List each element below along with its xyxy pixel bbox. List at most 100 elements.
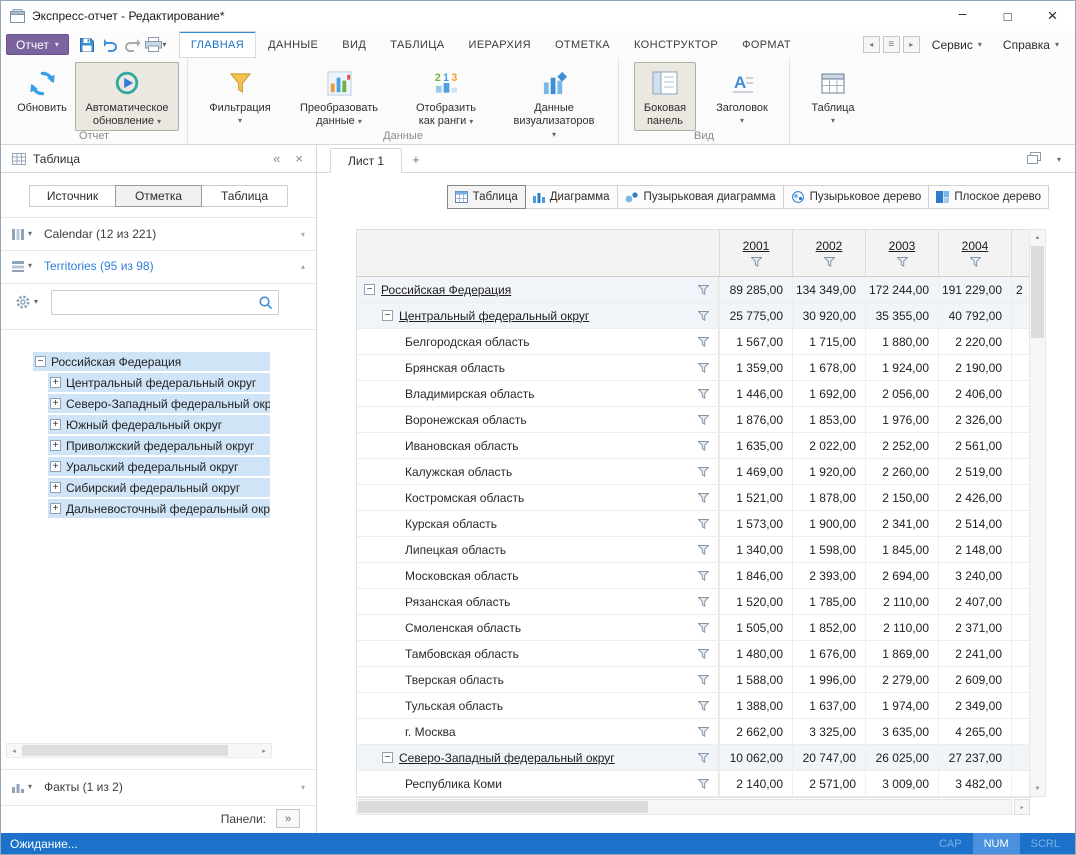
data-cell[interactable]: 35 355,00: [865, 303, 938, 328]
collapse-box-icon[interactable]: −: [364, 284, 375, 295]
data-cell[interactable]: 89 285,00: [719, 277, 792, 302]
print-button[interactable]: ▾: [145, 34, 167, 56]
column-header-label[interactable]: 2001: [743, 239, 770, 253]
search-input[interactable]: [52, 291, 278, 314]
ribbon-tab-3[interactable]: ТАБЛИЦА: [378, 31, 456, 58]
data-cell[interactable]: 1 846,00: [719, 563, 792, 588]
data-cell[interactable]: 2 279,00: [865, 667, 938, 692]
data-cell[interactable]: 2 150,00: [865, 485, 938, 510]
scroll-down-icon[interactable]: ▼: [1030, 781, 1045, 796]
column-filter-icon[interactable]: [751, 257, 762, 267]
data-cell[interactable]: 2 694,00: [865, 563, 938, 588]
dimension-calendar[interactable]: ▾ Calendar (12 из 221) ▾: [1, 221, 316, 247]
scroll-left-icon[interactable]: ◂: [7, 747, 21, 755]
data-cell[interactable]: 1 976,00: [865, 407, 938, 432]
data-cell[interactable]: 2 110,00: [865, 589, 938, 614]
data-cell[interactable]: 1 340,00: [719, 537, 792, 562]
data-cell[interactable]: 2 371,00: [938, 615, 1011, 640]
data-cell[interactable]: 1 359,00: [719, 355, 792, 380]
data-cell[interactable]: 2 393,00: [792, 563, 865, 588]
data-cell[interactable]: 4 265,00: [938, 719, 1011, 744]
ribbon-tab-7[interactable]: ФОРМАТ: [730, 31, 803, 58]
dimension-territories[interactable]: ▾ Territories (95 из 98) ▴: [1, 253, 316, 279]
row-filter-icon[interactable]: [698, 623, 709, 633]
data-cell[interactable]: 2 609,00: [938, 667, 1011, 692]
view-button-4[interactable]: Плоское дерево: [928, 185, 1049, 209]
expand-box-icon[interactable]: +: [50, 440, 61, 451]
ribbon-tab-6[interactable]: КОНСТРУКТОР: [622, 31, 730, 58]
table-row[interactable]: Тамбовская область1 480,001 676,001 869,…: [357, 641, 1030, 667]
row-filter-icon[interactable]: [698, 415, 709, 425]
data-cell[interactable]: 2 110,00: [865, 615, 938, 640]
data-cell[interactable]: 1 388,00: [719, 693, 792, 718]
row-filter-icon[interactable]: [698, 311, 709, 321]
search-icon[interactable]: [258, 295, 273, 310]
side-panel-button[interactable]: Боковая панель: [634, 62, 696, 131]
table-button[interactable]: Таблица ▾: [804, 62, 862, 128]
data-cell[interactable]: 2 561,00: [938, 433, 1011, 458]
data-cell[interactable]: 1 853,00: [792, 407, 865, 432]
data-cell[interactable]: 26 025,00: [865, 745, 938, 770]
row-filter-icon[interactable]: [698, 363, 709, 373]
data-cell[interactable]: 1 900,00: [792, 511, 865, 536]
row-filter-icon[interactable]: [698, 441, 709, 451]
data-cell[interactable]: 1 876,00: [719, 407, 792, 432]
row-header-label[interactable]: Центральный федеральный округ: [399, 309, 589, 323]
row-filter-icon[interactable]: [698, 727, 709, 737]
expand-box-icon[interactable]: +: [50, 377, 61, 388]
data-cell[interactable]: 1 878,00: [792, 485, 865, 510]
data-cell[interactable]: 3 240,00: [938, 563, 1011, 588]
data-cell[interactable]: 2 220,00: [938, 329, 1011, 354]
expand-box-icon[interactable]: +: [50, 398, 61, 409]
table-row[interactable]: Брянская область1 359,001 678,001 924,00…: [357, 355, 1030, 381]
minimize-button[interactable]: –: [940, 1, 985, 31]
close-button[interactable]: ×: [1030, 1, 1075, 31]
data-cell[interactable]: 2 407,00: [938, 589, 1011, 614]
table-row[interactable]: Тульская область1 388,001 637,001 974,00…: [357, 693, 1030, 719]
tab-list-button[interactable]: ≡: [883, 36, 900, 53]
row-filter-icon[interactable]: [698, 571, 709, 581]
data-cell[interactable]: 2 241,00: [938, 641, 1011, 666]
save-button[interactable]: [76, 34, 98, 56]
table-row[interactable]: Республика Коми2 140,002 571,003 009,003…: [357, 771, 1030, 797]
expand-box-icon[interactable]: +: [50, 482, 61, 493]
expand-box-icon[interactable]: +: [50, 461, 61, 472]
scrollbar-thumb[interactable]: [1031, 246, 1044, 338]
data-cell[interactable]: 172 244,00: [865, 277, 938, 302]
table-row[interactable]: Костромская область1 521,001 878,002 150…: [357, 485, 1030, 511]
data-cell[interactable]: 2 519,00: [938, 459, 1011, 484]
column-filter-icon[interactable]: [897, 257, 908, 267]
scrollbar-thumb[interactable]: [358, 801, 648, 813]
data-cell[interactable]: 2 326,00: [938, 407, 1011, 432]
tree-item[interactable]: +Приволжский федеральный округ: [1, 435, 316, 456]
data-cell[interactable]: 40 792,00: [938, 303, 1011, 328]
caret-down-icon[interactable]: ▾: [28, 262, 32, 270]
column-header-label[interactable]: 2002: [816, 239, 843, 253]
data-cell[interactable]: 1 469,00: [719, 459, 792, 484]
data-cell[interactable]: 2 426,00: [938, 485, 1011, 510]
table-row[interactable]: −Северо-Западный федеральный округ10 062…: [357, 745, 1030, 771]
expand-box-icon[interactable]: +: [50, 503, 61, 514]
expand-chevron-icon[interactable]: ▾: [301, 230, 305, 239]
data-cell[interactable]: 1 852,00: [792, 615, 865, 640]
data-cell[interactable]: 3 482,00: [938, 771, 1011, 796]
data-cell[interactable]: 1 521,00: [719, 485, 792, 510]
column-header-label[interactable]: 2003: [889, 239, 916, 253]
header-button[interactable]: A Заголовок ▾: [710, 62, 774, 128]
data-cell[interactable]: 2 341,00: [865, 511, 938, 536]
table-row[interactable]: Белгородская область1 567,001 715,001 88…: [357, 329, 1030, 355]
data-cell[interactable]: 1 446,00: [719, 381, 792, 406]
view-button-1[interactable]: Диаграмма: [525, 185, 618, 209]
data-cell[interactable]: 1 505,00: [719, 615, 792, 640]
table-row[interactable]: Калужская область1 469,001 920,002 260,0…: [357, 459, 1030, 485]
row-filter-icon[interactable]: [698, 337, 709, 347]
tab-scroll-left-button[interactable]: ◂: [863, 36, 880, 53]
table-row[interactable]: Рязанская область1 520,001 785,002 110,0…: [357, 589, 1030, 615]
data-cell[interactable]: 2 190,00: [938, 355, 1011, 380]
view-button-2[interactable]: Пузырьковая диаграмма: [617, 185, 784, 209]
scroll-right-button[interactable]: ▸: [1014, 799, 1030, 815]
data-cell[interactable]: 2 662,00: [719, 719, 792, 744]
data-cell[interactable]: 2 148,00: [938, 537, 1011, 562]
data-cell[interactable]: 1 845,00: [865, 537, 938, 562]
scroll-right-icon[interactable]: ▸: [257, 747, 271, 755]
